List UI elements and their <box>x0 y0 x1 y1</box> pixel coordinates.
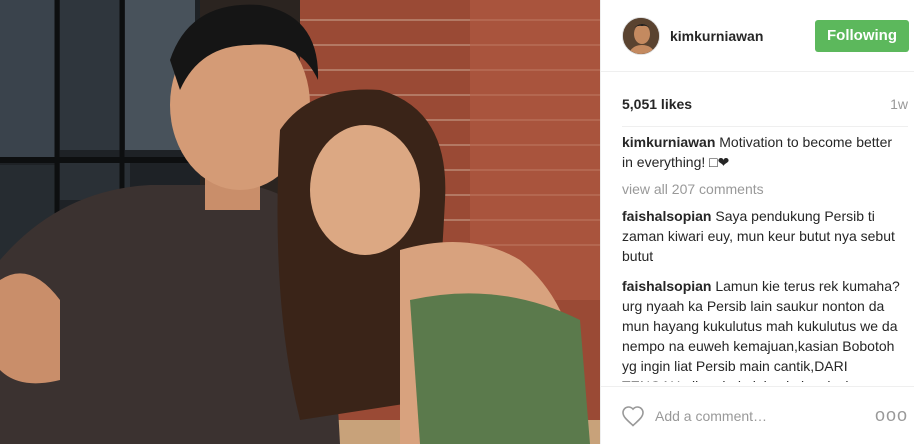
more-options-icon[interactable]: ooo <box>875 405 907 426</box>
comment-username[interactable]: faishalsopian <box>622 208 711 224</box>
comments-list[interactable]: kimkurniawan Motivation to become better… <box>622 132 904 382</box>
likes-count[interactable]: 5,051 likes <box>622 96 692 112</box>
post-photo[interactable] <box>0 0 600 444</box>
comment-username[interactable]: faishalsopian <box>622 278 711 294</box>
post-stats: 5,051 likes 1w <box>622 94 908 114</box>
add-comment-input[interactable] <box>655 403 875 428</box>
caption: kimkurniawan Motivation to become better… <box>622 132 904 172</box>
view-all-comments-link[interactable]: view all 207 comments <box>622 179 904 199</box>
divider <box>622 126 908 127</box>
post-sidebar: kimkurniawan Following 5,051 likes 1w ki… <box>600 0 914 444</box>
following-button[interactable]: Following <box>815 19 909 52</box>
list-item: faishalsopian Lamun kie terus rek kumaha… <box>622 276 904 382</box>
caption-username[interactable]: kimkurniawan <box>622 134 715 150</box>
list-item: faishalsopian Saya pendukung Persib ti z… <box>622 206 904 266</box>
post-header: kimkurniawan Following <box>601 0 914 72</box>
comment-bar: ooo <box>601 386 914 444</box>
photo-image <box>0 0 600 444</box>
header-username[interactable]: kimkurniawan <box>670 28 815 44</box>
avatar[interactable] <box>622 16 660 55</box>
post-time[interactable]: 1w <box>890 96 908 112</box>
avatar-image <box>623 17 659 54</box>
heart-icon[interactable] <box>621 405 645 427</box>
